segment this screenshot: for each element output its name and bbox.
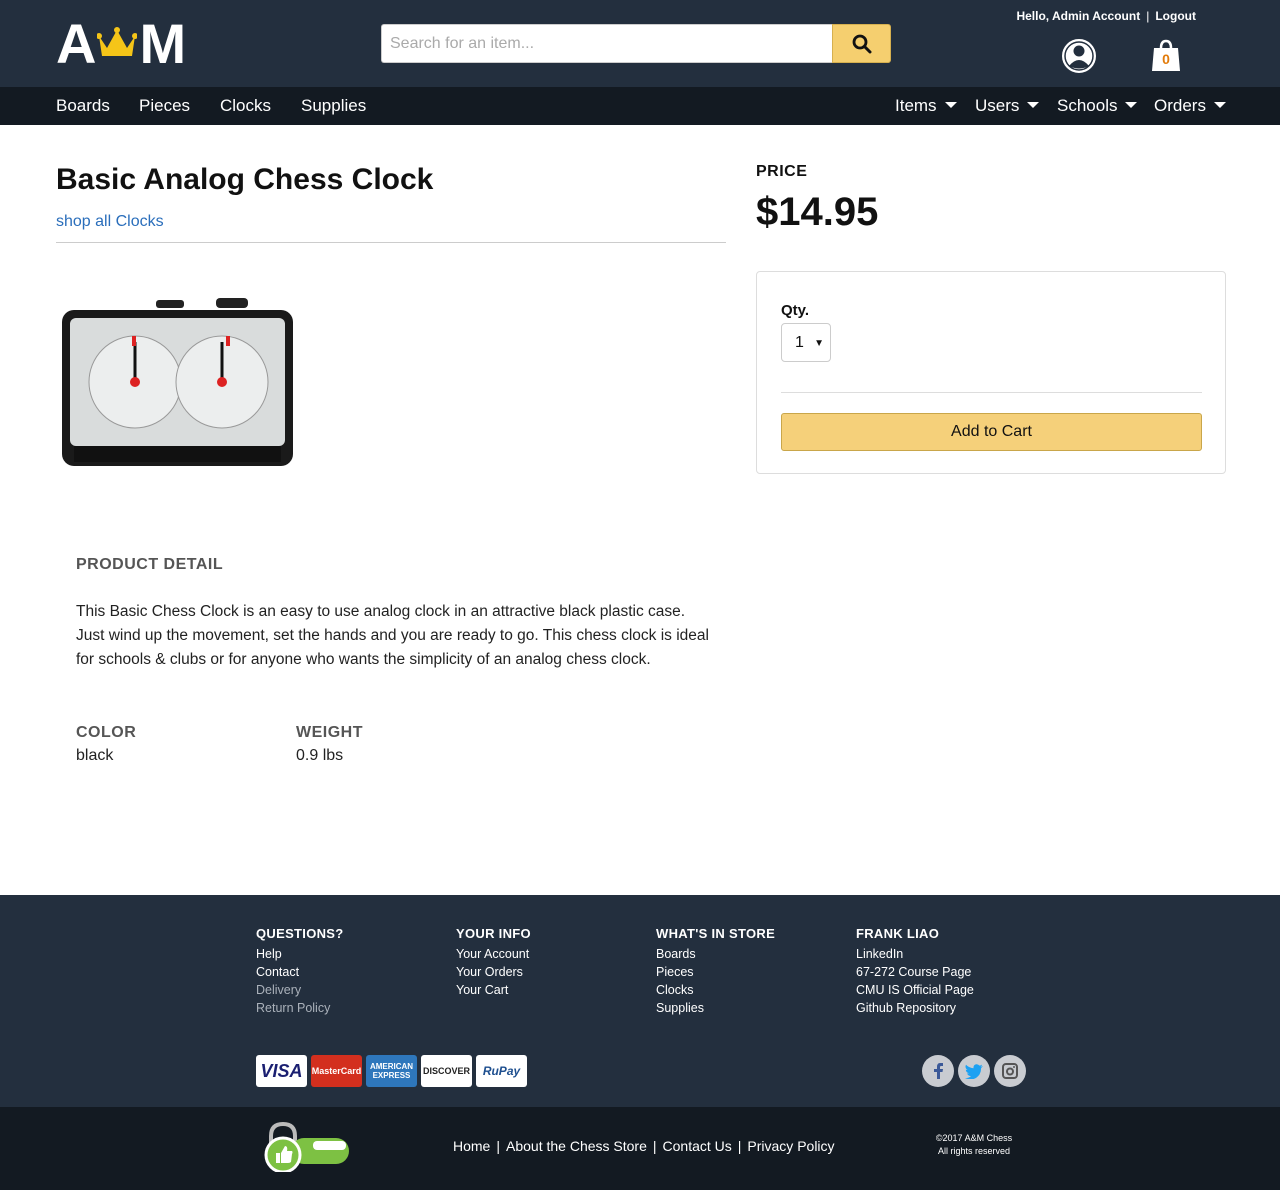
social-links <box>922 1055 1026 1087</box>
qty-label: Qty. <box>781 302 810 319</box>
search-bar <box>381 24 891 63</box>
nav-schools-label: Schools <box>1057 96 1118 115</box>
product-title: Basic Analog Chess Clock <box>56 163 434 196</box>
footer-link-course-page[interactable]: 67-272 Course Page <box>856 963 1046 981</box>
buy-box: Qty. 1 ▼ Add to Cart <box>756 271 1226 474</box>
footer-link-your-cart[interactable]: Your Cart <box>456 981 646 999</box>
footer-link-github[interactable]: Github Repository <box>856 999 1046 1017</box>
mastercard-icon: MasterCard <box>311 1055 362 1087</box>
nav-boards[interactable]: Boards <box>56 87 110 125</box>
footer-col-questions: QUESTIONS? Help Contact Delivery Return … <box>256 926 446 1017</box>
footer-heading: YOUR INFO <box>456 926 531 941</box>
color-value: black <box>76 747 114 764</box>
amex-card-icon: AMERICAN EXPRESS <box>366 1055 417 1087</box>
nav-schools-dropdown[interactable]: Schools <box>1057 87 1138 125</box>
footer-link-clocks[interactable]: Clocks <box>656 981 846 999</box>
footer-link-linkedin[interactable]: LinkedIn <box>856 945 1046 963</box>
caret-down-icon <box>1213 101 1226 108</box>
crown-icon <box>97 27 138 56</box>
logo-letter-a: A <box>56 11 96 75</box>
weight-label: WEIGHT <box>296 724 363 741</box>
search-input[interactable] <box>381 24 832 63</box>
price-label: PRICE <box>756 163 808 180</box>
nav-users-dropdown[interactable]: Users <box>975 87 1040 125</box>
nav-supplies[interactable]: Supplies <box>301 87 366 125</box>
product-image <box>62 298 293 466</box>
qty-select[interactable]: 1 ▼ <box>781 323 831 362</box>
caret-down-icon <box>1027 101 1040 108</box>
hello-text[interactable]: Hello, Admin Account <box>1016 9 1140 23</box>
bottom-link-home[interactable]: Home <box>453 1138 490 1154</box>
nav-clocks[interactable]: Clocks <box>220 87 271 125</box>
twitter-icon[interactable] <box>958 1055 990 1087</box>
account-greeting: Hello, Admin Account | Logout <box>1016 9 1196 23</box>
rupay-card-icon: RuPay <box>476 1055 527 1087</box>
instagram-icon[interactable] <box>994 1055 1026 1087</box>
nav-orders-label: Orders <box>1154 96 1206 115</box>
site-logo[interactable]: A M <box>56 12 186 75</box>
nav-users-label: Users <box>975 96 1020 115</box>
price-value: $14.95 <box>756 190 879 234</box>
caret-down-icon <box>1125 101 1138 108</box>
nav-items-label: Items <box>895 96 937 115</box>
footer-col-frank-liao: FRANK LIAO LinkedIn 67-272 Course Page C… <box>856 926 1046 1017</box>
footer-heading: WHAT'S IN STORE <box>656 926 776 941</box>
footer-bottom: Home | About the Chess Store | Contact Us | Pr… <box>0 1107 1280 1190</box>
qty-value: 1 <box>795 333 804 351</box>
main-nav: Boards Pieces Clocks Supplies Items User… <box>0 87 1280 125</box>
footer-col-whats-in-store: WHAT'S IN STORE Boards Pieces Clocks Sup… <box>656 926 846 1017</box>
visa-card-icon: VISA <box>256 1055 307 1087</box>
footer-heading: QUESTIONS? <box>256 926 344 941</box>
nav-pieces[interactable]: Pieces <box>139 87 190 125</box>
product-description: This Basic Chess Clock is an easy to use… <box>76 603 709 668</box>
cancan-lock-icon <box>264 1122 349 1172</box>
select-arrow-icon: ▼ <box>814 338 824 349</box>
copyright: ©2017 A&M Chess All rights reserved <box>910 1132 1038 1158</box>
shop-all-clocks-link[interactable]: shop all Clocks <box>56 213 164 231</box>
copyright-line-2: All rights reserved <box>937 1146 1011 1156</box>
copyright-line-1: ©2017 A&M Chess <box>935 1133 1013 1143</box>
footer-link-delivery[interactable]: Delivery <box>256 981 446 999</box>
facebook-icon[interactable] <box>922 1055 954 1087</box>
bottom-link-contact[interactable]: Contact Us <box>663 1138 732 1154</box>
bottom-link-about[interactable]: About the Chess Store <box>506 1138 647 1154</box>
footer-link-pieces[interactable]: Pieces <box>656 963 846 981</box>
footer-link-return-policy[interactable]: Return Policy <box>256 999 446 1017</box>
footer-link-supplies[interactable]: Supplies <box>656 999 846 1017</box>
footer-link-boards[interactable]: Boards <box>656 945 846 963</box>
title-divider <box>56 242 726 243</box>
footer-link-your-orders[interactable]: Your Orders <box>456 963 646 981</box>
footer-link-your-account[interactable]: Your Account <box>456 945 646 963</box>
buy-box-divider <box>781 392 1202 393</box>
color-label: COLOR <box>76 724 137 741</box>
footer: QUESTIONS? Help Contact Delivery Return … <box>0 895 1280 1107</box>
footer-link-help[interactable]: Help <box>256 945 446 963</box>
footer-link-cmu-is[interactable]: CMU IS Official Page <box>856 981 1046 999</box>
search-button[interactable] <box>832 24 891 63</box>
footer-link-contact[interactable]: Contact <box>256 963 446 981</box>
search-icon <box>852 34 871 53</box>
product-detail-heading: PRODUCT DETAIL <box>76 556 224 573</box>
discover-card-icon: DISCOVER <box>421 1055 472 1087</box>
nav-items-dropdown[interactable]: Items <box>895 87 957 125</box>
logo-letter-m: M <box>139 11 186 75</box>
bottom-link-privacy[interactable]: Privacy Policy <box>747 1138 834 1154</box>
footer-col-your-info: YOUR INFO Your Account Your Orders Your … <box>456 926 646 999</box>
top-header: A M Hello, Admin Account|Logout 0 <box>0 0 1280 87</box>
add-to-cart-button[interactable]: Add to Cart <box>781 413 1202 451</box>
weight-value: 0.9 lbs <box>296 747 344 764</box>
logout-link[interactable]: Logout <box>1155 9 1196 23</box>
bottom-links: Home | About the Chess Store | Contact Us | Pr… <box>453 1138 835 1154</box>
nav-orders-dropdown[interactable]: Orders <box>1154 87 1226 125</box>
cart-count-badge[interactable]: 0 <box>1150 51 1182 67</box>
footer-heading: FRANK LIAO <box>856 926 940 941</box>
caret-down-icon <box>944 101 957 108</box>
payment-cards: VISA MasterCard AMERICAN EXPRESS DISCOVE… <box>256 1055 527 1087</box>
account-icon[interactable] <box>1061 38 1097 74</box>
